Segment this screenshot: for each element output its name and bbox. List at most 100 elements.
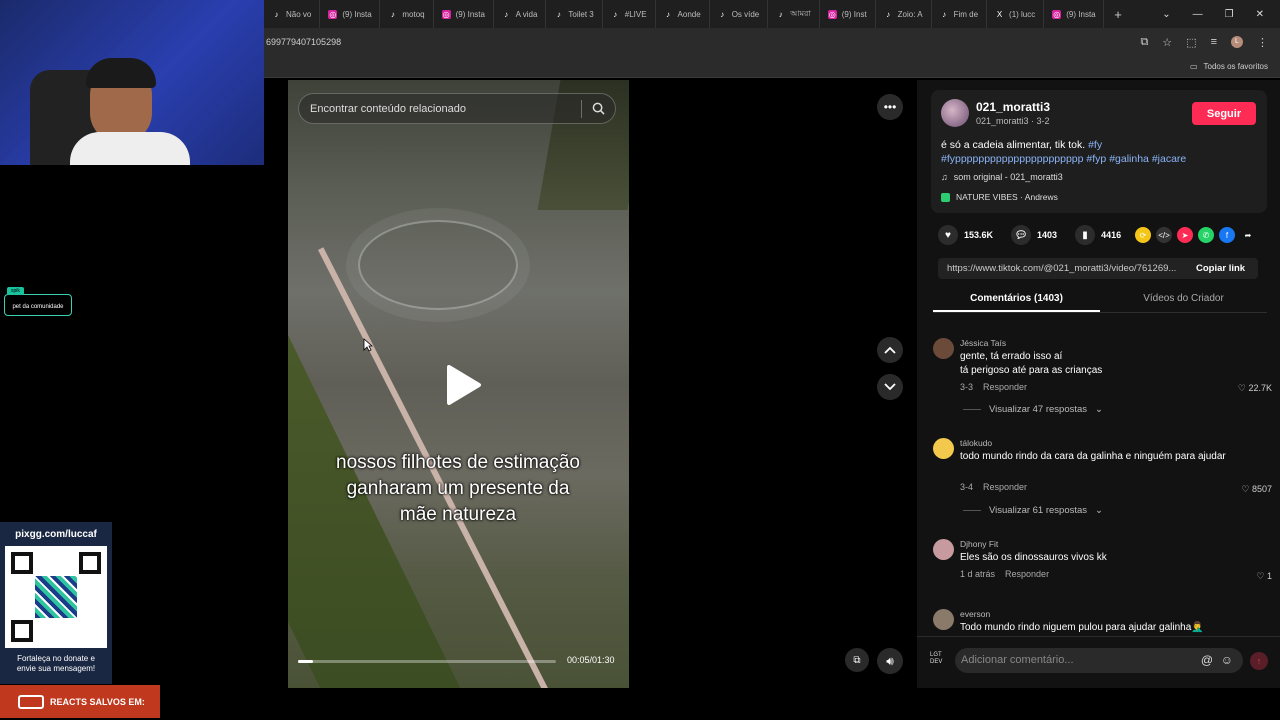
tab-creator-videos[interactable]: Vídeos do Criador [1100, 288, 1267, 312]
comment-text: gente, tá errado isso aí tá perigoso até… [960, 351, 1103, 376]
comment-input[interactable]: Adicionar comentário... @ ☺ [955, 648, 1243, 673]
hashtag-link[interactable]: #galinha [1109, 153, 1149, 165]
url-text[interactable]: 699779407105298 [264, 37, 341, 47]
close-icon[interactable]: ✕ [1256, 9, 1264, 20]
browser-tab[interactable]: ◎ (9) Inst [820, 0, 876, 28]
previous-video-button[interactable] [877, 337, 903, 363]
browser-tab[interactable]: ♪ Os víde [710, 0, 769, 28]
play-icon[interactable] [443, 363, 483, 407]
browser-tab[interactable]: ♪ motoq [380, 0, 434, 28]
avatar[interactable] [933, 438, 954, 459]
cast-icon[interactable]: ⧉ [1140, 36, 1148, 49]
effect-icon [941, 192, 950, 202]
caption-line-1: nossos filhotes de estimação [336, 452, 580, 473]
donate-panel: pixgg.com/luccaf Fortaleça no donate e e… [0, 522, 112, 684]
chevron-down-icon[interactable]: ⌄ [1162, 9, 1170, 20]
pet-badge: pet da comunidade [4, 294, 72, 316]
save-button[interactable]: ▮ 4416 [1075, 225, 1121, 245]
tab-comments[interactable]: Comentários (1403) [933, 288, 1100, 312]
facebook-icon[interactable]: f [1219, 227, 1235, 243]
comment-like-button[interactable]: ♡ 1 [1256, 571, 1272, 582]
browser-tab[interactable]: ♪ Não vo [264, 0, 321, 28]
author-username[interactable]: 021_moratti3 [976, 100, 1050, 114]
miniplayer-button[interactable]: ⧉ [845, 648, 869, 672]
mouse-cursor-icon [363, 338, 373, 352]
caption-line-3: mãe natureza [399, 504, 517, 525]
instagram-icon: ◎ [1052, 9, 1062, 19]
avatar[interactable] [933, 539, 954, 560]
copy-link-button[interactable]: Copiar link [1188, 263, 1245, 274]
browser-tab-label: A vida [515, 9, 538, 19]
hashtag-link[interactable]: #jacare [1152, 153, 1186, 165]
view-replies-button[interactable]: Visualizar 61 respostas ⌄ [963, 505, 1103, 516]
browser-tab[interactable]: ♪ Aonde [656, 0, 710, 28]
browser-tab-label: (9) Insta [1066, 9, 1096, 19]
search-placeholder: Encontrar conteúdo relacionado [310, 102, 466, 115]
volume-button[interactable]: 🔊︎ [877, 648, 903, 674]
hashtag-link[interactable]: #fypppppppppppppppppppppp [941, 153, 1083, 165]
share-arrow-icon[interactable]: ➦ [1240, 227, 1256, 243]
hashtag-link[interactable]: #fyp [1086, 153, 1106, 165]
menu-icon[interactable]: ⋮ [1257, 36, 1268, 49]
browser-tab[interactable]: X (1) lucc [987, 0, 1045, 28]
author-avatar[interactable] [941, 99, 969, 127]
volume-icon: 🔊︎ [886, 653, 894, 668]
browser-tab[interactable]: ♪ Toilet 3 [546, 0, 603, 28]
related-search-input[interactable]: Encontrar conteúdo relacionado [298, 93, 616, 124]
music-link[interactable]: ♫ som original - 021_moratti3 [941, 172, 1063, 182]
extensions-icon[interactable]: ⬚ [1186, 36, 1196, 49]
view-replies-button[interactable]: Visualizar 47 respostas ⌄ [963, 404, 1103, 415]
browser-tab[interactable]: ◎ (9) Insta [1044, 0, 1105, 28]
embed-icon[interactable]: </> [1156, 227, 1172, 243]
mention-icon[interactable]: @ [1201, 648, 1213, 673]
send-icon[interactable]: ➤ [1177, 227, 1193, 243]
comment-author[interactable]: tálokudo [960, 438, 992, 448]
video-progress-fill [298, 660, 314, 663]
next-video-button[interactable] [877, 374, 903, 400]
hashtag-link[interactable]: #fy [1088, 139, 1102, 151]
browser-tab-label: Aonde [677, 9, 701, 19]
maximize-icon[interactable]: ❐ [1225, 9, 1234, 20]
browser-tab[interactable]: ◎ (9) Insta [434, 0, 494, 28]
browser-tab[interactable]: ◎ (9) Insta [320, 0, 381, 28]
comment-like-button[interactable]: ♡ 22.7K [1238, 383, 1272, 394]
comment-button[interactable]: 💬︎ 1403 [1011, 225, 1057, 245]
search-icon[interactable] [592, 102, 605, 115]
browser-tab[interactable]: ♪ #LIVE [603, 0, 656, 28]
webcam-feed [0, 0, 264, 165]
media-icon[interactable]: ≡ [1211, 36, 1217, 48]
reacts-label: REACTS SALVOS EM: [50, 696, 145, 707]
comment-like-button[interactable]: ♡ 8507 [1241, 484, 1272, 495]
more-options-button[interactable]: ••• [877, 94, 903, 120]
reply-button[interactable]: Responder [1005, 569, 1049, 579]
browser-tab[interactable]: ♪ A vida [494, 0, 547, 28]
browser-tab[interactable]: ♪ আমরা [768, 0, 820, 28]
post-comment-button[interactable]: ↑ [1250, 652, 1268, 670]
avatar[interactable] [933, 609, 954, 630]
like-button[interactable]: ♥ 153.6K [938, 225, 993, 245]
emoji-icon[interactable]: ☺ [1221, 648, 1233, 673]
profile-avatar[interactable]: L [1231, 36, 1243, 48]
avatar[interactable] [933, 338, 954, 359]
comment-author[interactable]: Djhony Fit [960, 539, 998, 549]
browser-tab[interactable]: ♪ Fim de [932, 0, 988, 28]
whatsapp-icon[interactable]: ✆ [1198, 227, 1214, 243]
folder-icon: ▭ [1189, 62, 1198, 71]
chevron-up-icon [884, 346, 896, 354]
effect-link[interactable]: NATURE VIBES · Andrews [941, 192, 1058, 202]
comment-author[interactable]: everson [960, 609, 990, 619]
bookmark-star-icon[interactable]: ☆ [1162, 36, 1172, 49]
video-progress-bar[interactable] [298, 660, 556, 663]
follow-button[interactable]: Seguir [1192, 102, 1256, 125]
comment-icon: 💬︎ [1011, 225, 1032, 245]
browser-tab[interactable]: ♪ Zoio: A [876, 0, 932, 28]
video-link[interactable]: https://www.tiktok.com/@021_moratti3/vid… [938, 263, 1188, 274]
new-tab-button[interactable]: + [1104, 7, 1132, 22]
reply-button[interactable]: Responder [983, 482, 1027, 492]
repost-icon[interactable]: ⟳ [1135, 227, 1151, 243]
minimize-icon[interactable]: — [1193, 9, 1203, 20]
reply-button[interactable]: Responder [983, 382, 1027, 392]
comment-author[interactable]: Jéssica Taís [960, 338, 1006, 348]
post-stats: ♥ 153.6K 💬︎ 1403 ▮ 4416 [938, 225, 1139, 245]
all-bookmarks-link[interactable]: Todos os favoritos [1204, 62, 1268, 71]
